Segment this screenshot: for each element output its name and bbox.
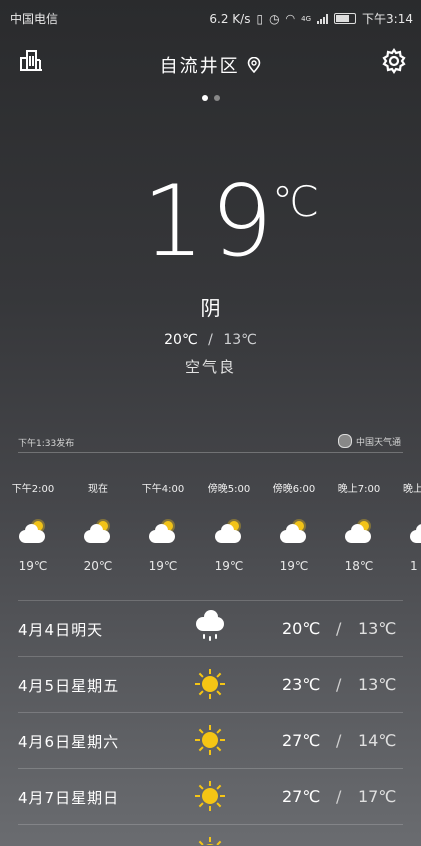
sun-icon [194,725,226,755]
top-bar: 自流井区 [0,42,421,82]
partly-cloudy-icon [278,521,310,547]
divider [18,452,403,453]
sun-icon [194,781,226,811]
hourly-temp: 19℃ [148,559,178,573]
daily-high: 23℃ [282,675,321,694]
hourly-time: 下午4:00 [141,484,185,495]
page-dot [213,95,220,101]
daily-low: 17℃ [358,787,397,806]
partly-cloudy-icon [343,521,375,547]
hourly-item: 下午4:00 19℃ [133,480,193,573]
hourly-time: 现在 [88,484,108,495]
signal-icon [317,13,329,24]
today-low: 13℃ [223,332,257,348]
current-temp-value: 19 [142,165,279,279]
daily-row[interactable]: 4月7日星期日 27℃ / 17℃ [18,768,403,824]
vibrate-icon: ▯ [256,11,264,26]
network-speed: 6.2 K/s [209,11,251,26]
daily-high: 27℃ [282,731,321,750]
range-separator: / [336,675,342,694]
data-source[interactable]: 中国天气通 [337,434,401,448]
hourly-item: 下午2:00 19℃ [3,480,63,573]
range-separator: / [208,332,213,348]
hourly-temp: 18℃ [344,559,374,573]
city-title[interactable]: 自流井区 [0,52,421,78]
current-condition: 阴 [200,296,221,320]
hourly-temp: 20℃ [83,559,113,573]
hourly-item: 现在 20℃ [68,480,128,573]
hourly-item: 傍晚6:00 19℃ [264,480,324,573]
daily-date: 4月7日星期日 [18,789,120,807]
hourly-temp: 19℃ [214,559,244,573]
daily-row[interactable]: 4月5日星期五 23℃ / 13℃ [18,656,403,712]
location-pin-icon [248,56,261,74]
hourly-time: 晚上7:00 [337,484,381,495]
air-quality[interactable]: 空气良 [0,356,421,377]
daily-high: 27℃ [282,787,321,806]
publish-time: 下午1:33发布 [18,439,75,449]
hourly-item: 晚上7:00 18℃ [329,480,389,573]
daily-row[interactable]: 4月4日明天 20℃ / 13℃ [18,600,403,656]
sun-icon [194,837,226,845]
hourly-temp: 19℃ [279,559,309,573]
alarm-icon: ◷ [269,11,280,26]
hourly-temp: 1 [410,559,418,573]
wifi-icon: ◠ [285,12,296,25]
daily-high: 20℃ [282,619,321,638]
clock: 下午3:14 [362,12,413,26]
daily-date: 4月6日星期六 [18,733,120,751]
current-temp-unit: ℃ [272,177,320,226]
partly-cloudy-icon [213,521,245,547]
partly-cloudy-icon [82,521,114,547]
daily-date: 4月5日星期五 [18,677,120,695]
daily-low: 13℃ [358,675,397,694]
hourly-time: 晚上 [403,484,421,495]
sun-icon [194,669,226,699]
current-temperature: 19 ℃ [0,165,421,279]
partly-cloudy-icon [17,521,49,547]
status-right: 6.2 K/s ▯ ◷ ◠ 4G 下午3:14 [209,10,413,27]
page-dot-active [201,95,208,101]
daily-low: 14℃ [358,731,397,750]
partly-cloudy-icon [147,521,179,547]
range-separator: / [336,731,342,750]
data-source-label: 中国天气通 [355,437,401,448]
today-range: 20℃ / 13℃ [0,332,421,348]
weather-source-logo-icon [337,434,352,448]
page-indicator [0,86,421,105]
today-high: 20℃ [164,332,198,348]
daily-row-partial [18,824,403,845]
daily-date: 4月4日明天 [18,621,104,639]
battery-icon [334,13,357,24]
network-type: 4G [301,14,312,23]
partly-cloudy-icon [408,521,421,547]
hourly-time: 傍晚6:00 [272,484,316,495]
daily-forecast[interactable]: 4月4日明天 20℃ / 13℃ 4月5日星期五 23℃ / 13℃ 4月6日星… [18,600,403,845]
daily-row[interactable]: 4月6日星期六 27℃ / 14℃ [18,712,403,768]
hourly-time: 下午2:00 [11,484,55,495]
hourly-item: 傍晚5:00 19℃ [199,480,259,573]
hourly-temp: 19℃ [18,559,48,573]
hourly-time: 傍晚5:00 [207,484,251,495]
status-bar: 中国电信 6.2 K/s ▯ ◷ ◠ 4G 下午3:14 [0,0,421,34]
gear-icon[interactable] [381,48,407,74]
hourly-item-partial: 晚上 1 [394,480,421,573]
carrier-label: 中国电信 [10,12,59,26]
hourly-forecast[interactable]: 下午2:00 19℃ 现在 20℃ 下午4:00 19℃ 傍晚5:00 19℃ … [0,480,421,590]
city-name: 自流井区 [159,56,240,77]
range-separator: / [336,787,342,806]
daily-low: 13℃ [358,619,397,638]
rain-cloud-icon [194,610,226,643]
range-separator: / [336,619,342,638]
